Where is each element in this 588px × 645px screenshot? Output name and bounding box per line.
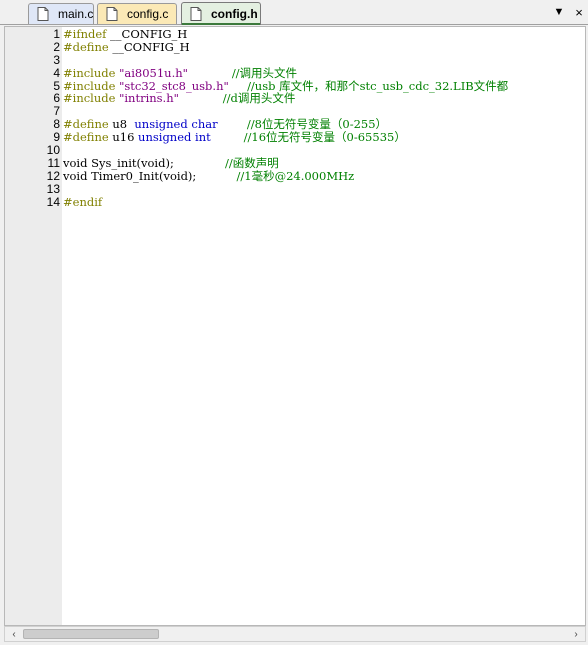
- code-editor[interactable]: 1 #ifndef __CONFIG_H 2 #define __CONFIG_H 3 4…: [4, 26, 586, 626]
- code-lines: 1 #ifndef __CONFIG_H 2 #define __CONFIG_H 3 4…: [5, 28, 585, 208]
- code-text: #define u16 unsigned int //16位无符号变量（0-65…: [63, 131, 406, 144]
- code-token: #define: [63, 39, 109, 54]
- scroll-left-icon[interactable]: ‹: [7, 628, 21, 640]
- line-number: 7: [53, 104, 60, 119]
- code-token: __CONFIG_H: [106, 27, 188, 41]
- code-token: #endif: [63, 194, 103, 209]
- code-token: //调用头文件: [231, 65, 298, 80]
- code-token: #include: [63, 78, 116, 93]
- code-line[interactable]: 2 #define __CONFIG_H: [5, 39, 585, 54]
- code-token: //8位无符号变量（0-255）: [246, 117, 388, 132]
- file-tab-bar: main.c config.c config.h ▼ ×: [0, 0, 588, 25]
- horizontal-scrollbar[interactable]: ‹ ›: [4, 626, 586, 642]
- code-line[interactable]: 12 void Timer0_Init(void); //1毫秒@24.000MH…: [5, 168, 585, 183]
- line-number: 12: [46, 168, 60, 183]
- code-token: "stc32_stc8_usb.h": [119, 78, 229, 93]
- code-token: //1毫秒@24.000MHz: [236, 168, 355, 183]
- code-token: u8: [108, 117, 135, 132]
- code-token: //16位无符号变量（0-65535）: [243, 130, 406, 145]
- code-token: #include: [63, 91, 116, 106]
- code-token: unsigned char: [134, 117, 218, 132]
- code-token: u16: [108, 130, 139, 145]
- scroll-right-icon[interactable]: ›: [569, 628, 583, 640]
- code-token: __CONFIG_H: [108, 39, 190, 54]
- c-source-file-icon: [37, 7, 49, 21]
- line-number: 13: [46, 181, 60, 196]
- tab-config-h[interactable]: config.h: [181, 2, 261, 25]
- code-text: void Timer0_Init(void); //1毫秒@24.000MHz: [63, 168, 355, 183]
- tab-list-dropdown-icon[interactable]: ▼: [551, 4, 567, 20]
- code-token: //usb 库文件，和那个stc_usb_cdc_32.LIB文件都: [247, 78, 509, 93]
- line-number: 4: [53, 65, 60, 80]
- code-token: //函数声明: [225, 155, 279, 170]
- code-text: #endif: [63, 194, 103, 209]
- code-token: #ifndef: [63, 27, 107, 41]
- code-text: #include "intrins.h" //d调用头文件: [63, 92, 295, 105]
- tab-config-c[interactable]: config.c: [97, 3, 177, 24]
- line-number: 3: [53, 52, 60, 67]
- line-number: 8: [53, 117, 60, 132]
- code-line[interactable]: 6 #include "intrins.h" //d调用头文件: [5, 92, 585, 105]
- code-token: unsigned int: [138, 130, 211, 145]
- scrollbar-thumb[interactable]: [23, 629, 159, 639]
- code-token: void Timer0_Init(void);: [63, 168, 197, 183]
- line-number: 6: [53, 91, 60, 106]
- close-tab-icon[interactable]: ×: [571, 4, 587, 20]
- tab-label: main.c: [58, 7, 94, 21]
- line-number: 10: [46, 143, 60, 158]
- code-token: void Sys_init(void);: [63, 155, 174, 170]
- active-tab-indicator: [182, 23, 260, 25]
- code-token: #define: [63, 130, 109, 145]
- code-token: "intrins.h": [119, 91, 179, 106]
- line-number: 5: [53, 78, 60, 93]
- code-token: #include: [63, 65, 116, 80]
- line-number: 1: [53, 27, 60, 41]
- line-number: 14: [46, 194, 60, 209]
- code-line[interactable]: 14 #endif: [5, 194, 585, 209]
- code-line[interactable]: 9 #define u16 unsigned int //16位无符号变量（0-6…: [5, 131, 585, 144]
- code-token: "ai8051u.h": [119, 65, 188, 80]
- header-file-icon: [190, 7, 202, 21]
- code-text: #define __CONFIG_H: [63, 39, 190, 54]
- code-token: //d调用头文件: [222, 91, 296, 106]
- tab-main-c[interactable]: main.c: [28, 3, 94, 24]
- tab-label: config.c: [127, 7, 169, 21]
- line-number: 2: [53, 39, 60, 54]
- line-number: 11: [47, 155, 60, 170]
- tab-label: config.h: [211, 7, 258, 21]
- code-token: #define: [63, 117, 109, 132]
- c-source-file-icon: [106, 7, 118, 21]
